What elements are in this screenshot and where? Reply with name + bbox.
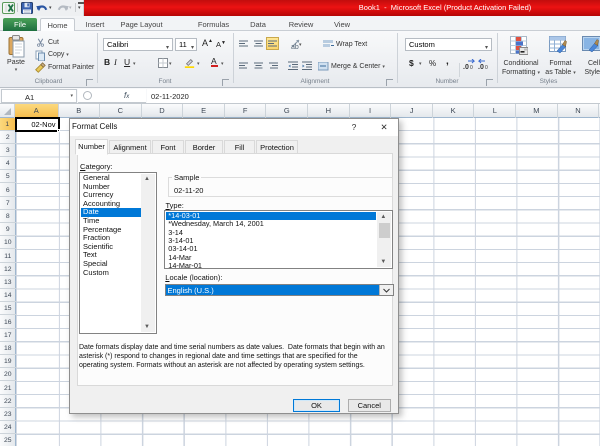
svg-text:0: 0 bbox=[470, 65, 473, 70]
svg-text:ab: ab bbox=[291, 44, 299, 49]
svg-text:0: 0 bbox=[485, 65, 488, 70]
svg-text:.0: .0 bbox=[463, 64, 469, 70]
svg-text:.0: .0 bbox=[478, 64, 484, 70]
